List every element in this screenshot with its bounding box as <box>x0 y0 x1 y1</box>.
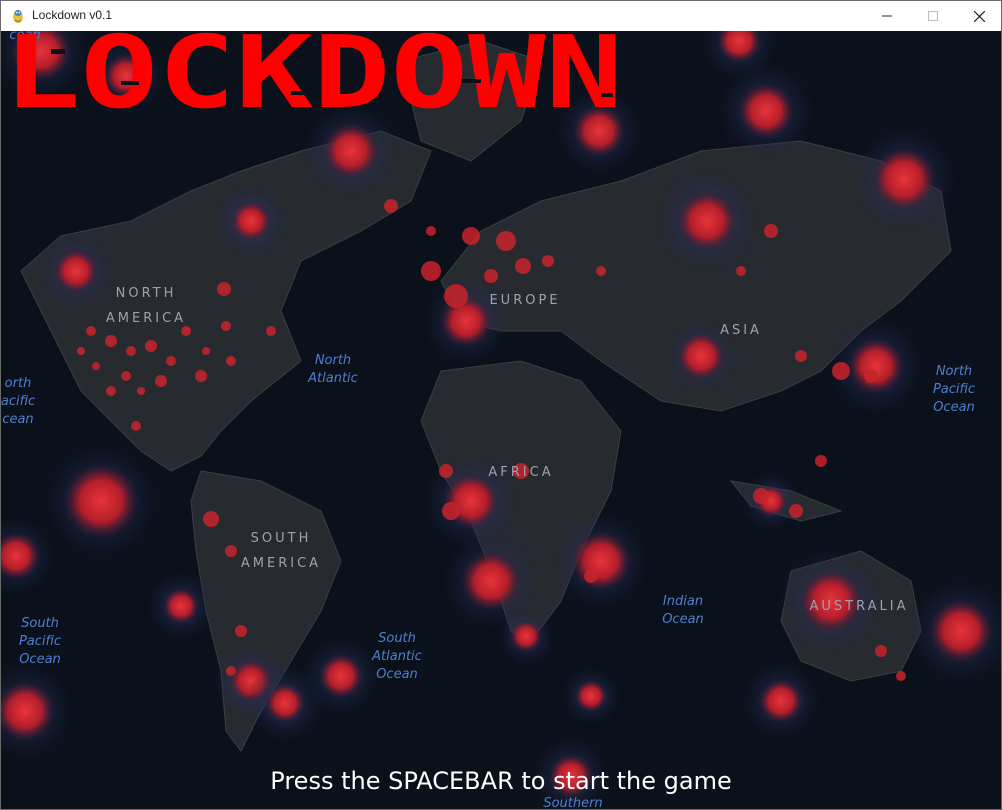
close-icon <box>973 10 985 22</box>
game-title-logo: LOCKDOWN <box>3 31 623 117</box>
label-asia: ASIA <box>720 323 762 338</box>
game-title: LOCKDOWN <box>3 31 623 117</box>
label-north-pacific-left: orth acific cean <box>1 376 36 427</box>
label-north-atlantic: North Atlantic <box>308 353 358 386</box>
close-button[interactable] <box>956 1 1001 31</box>
start-prompt: Press the SPACEBAR to start the game <box>270 767 732 795</box>
game-window: Lockdown v0.1 NORTH AMERICA EUROPE ASIA … <box>0 0 1002 810</box>
label-southern: Southern <box>543 796 603 809</box>
label-south-america: SOUTH AMERICA <box>240 531 322 571</box>
label-north-america: NORTH AMERICA <box>105 286 187 326</box>
label-europe: EUROPE <box>489 293 561 308</box>
minimize-icon <box>882 15 892 17</box>
label-north-pacific-right: North Pacific Ocean <box>932 364 976 415</box>
maximize-icon <box>928 11 938 21</box>
title-bar[interactable]: Lockdown v0.1 <box>1 1 1001 31</box>
label-australia: AUSTRALIA <box>809 599 909 614</box>
minimize-button[interactable] <box>864 1 910 31</box>
pygame-snake-icon <box>13 10 23 23</box>
maximize-button[interactable] <box>910 1 956 31</box>
window-title: Lockdown v0.1 <box>32 8 113 22</box>
game-canvas[interactable]: NORTH AMERICA EUROPE ASIA AFRICA SOUTH A… <box>1 31 1001 809</box>
label-indian: Indian Ocean <box>662 594 704 627</box>
label-africa: AFRICA <box>488 465 554 480</box>
label-south-atlantic: South Atlantic Ocean <box>372 631 422 682</box>
label-south-pacific: South Pacific Ocean <box>18 616 62 667</box>
world-map-background <box>1 31 1001 809</box>
